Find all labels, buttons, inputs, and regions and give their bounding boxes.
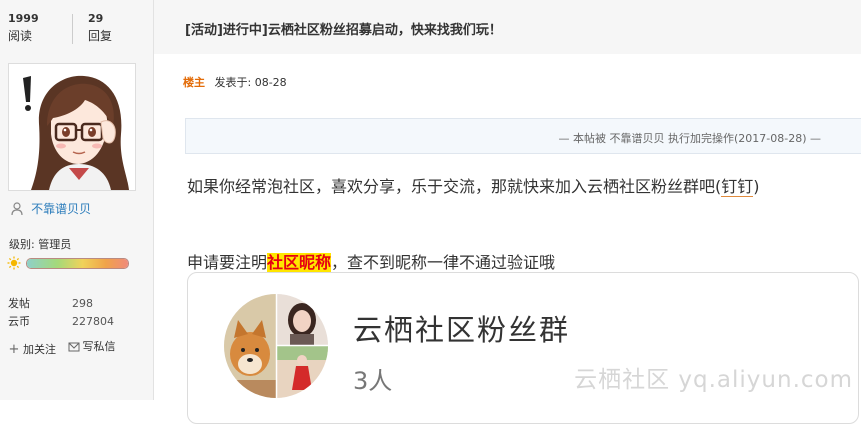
thread-title: [活动]进行中]云栖社区粉丝招募启动，快来找我们玩！ <box>185 19 502 38</box>
message-label: 写私信 <box>82 340 116 353</box>
level-progress-bar <box>26 258 129 269</box>
level-value: 管理员 <box>38 238 72 251</box>
user-icon <box>11 201 23 215</box>
message-button[interactable]: 写私信 <box>68 339 116 355</box>
replies-label: 回复 <box>88 29 113 43</box>
plus-icon: + <box>8 342 20 357</box>
follow-button[interactable]: + 加关注 <box>8 342 56 358</box>
post-date: 发表于: 08-28 <box>214 76 287 89</box>
dingding-link[interactable]: 钉钉 <box>721 177 754 197</box>
user-avatar[interactable] <box>8 63 136 191</box>
reads-stat: 1999 阅读 <box>8 12 68 44</box>
author-username[interactable]: 不靠谱贝贝 <box>31 202 91 216</box>
post-paragraph-1: 如果你经常泡社区，喜欢分享，乐于交流，那就快来加入云栖社区粉丝群吧(钉钉) <box>187 173 760 197</box>
paragraph-1-text: 如果你经常泡社区，喜欢分享，乐于交流，那就快来加入云栖社区粉丝群吧( <box>187 177 722 196</box>
posts-value: 298 <box>72 297 93 310</box>
dingtalk-group-card[interactable]: 云栖社区粉丝群 3人 <box>187 272 859 424</box>
post-meta: 楼主 发表于: 08-28 <box>183 74 287 90</box>
paragraph-1-close: ) <box>753 177 760 196</box>
paragraph-2-post: ，查不到昵称一律不通过验证哦 <box>331 253 556 272</box>
post-paragraph-2: 申请要注明社区昵称，查不到昵称一律不通过验证哦 <box>187 249 555 273</box>
paragraph-2-pre: 申请要注明 <box>187 253 268 272</box>
thread-stats: 1999 阅读 29 回复 <box>0 12 153 46</box>
thread-title-text: 云栖社区粉丝招募启动，快来找我们玩！ <box>267 23 502 38</box>
author-actions: + 加关注 写私信 <box>8 339 124 358</box>
group-avatar-collage <box>224 294 328 398</box>
stats-divider <box>72 14 73 44</box>
posts-stat: 发帖 298 <box>8 296 93 311</box>
author-name-row: 不靠谱贝贝 <box>11 198 91 216</box>
level-row: 级别: 管理员 <box>9 236 71 252</box>
group-name: 云栖社区粉丝群 <box>353 313 571 347</box>
replies-count: 29 <box>88 12 104 25</box>
follow-label: 加关注 <box>23 343 56 356</box>
coins-stat: 云币 227804 <box>8 314 114 329</box>
reads-label: 阅读 <box>8 29 33 43</box>
author-sidebar: 1999 阅读 29 回复 不靠谱贝贝 级别: 管理员 发帖 298 云币 22… <box>0 0 154 400</box>
level-progress-fill <box>27 259 128 268</box>
avatar-illustration <box>9 64 135 190</box>
site-watermark: 云栖社区 yq.aliyun.com <box>574 367 853 393</box>
reads-count: 1999 <box>8 12 39 25</box>
thread-status-tag[interactable]: [活动]进行中] <box>185 23 268 38</box>
edit-notice: — 本帖被 不靠谱贝贝 执行加完操作(2017-08-28) — <box>185 118 861 154</box>
sun-icon <box>7 256 21 270</box>
edit-notice-text: — 本帖被 不靠谱贝贝 执行加完操作(2017-08-28) — <box>558 132 822 145</box>
group-avatar <box>224 294 328 398</box>
group-member-count: 3人 <box>353 367 393 395</box>
message-icon <box>68 342 79 352</box>
coins-value: 227804 <box>72 315 114 328</box>
thread-title-bar: [活动]进行中]云栖社区粉丝招募启动，快来找我们玩！ <box>154 0 861 54</box>
posts-label: 发帖 <box>8 297 30 310</box>
highlight-nickname: 社区昵称 <box>267 253 332 272</box>
thread-owner-badge: 楼主 <box>183 76 205 89</box>
level-label: 级别: <box>9 238 35 251</box>
coins-label: 云币 <box>8 315 30 328</box>
replies-stat: 29 回复 <box>88 12 148 44</box>
post-main: [活动]进行中]云栖社区粉丝招募启动，快来找我们玩！ 楼主 发表于: 08-28… <box>154 0 861 424</box>
